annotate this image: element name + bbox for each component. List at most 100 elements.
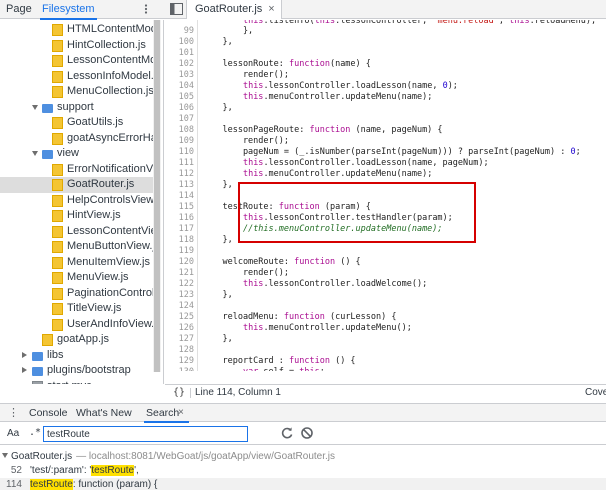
collapsed-arrow-icon[interactable] [22, 367, 27, 373]
tree-file[interactable]: UserAndInfoView.js [0, 317, 154, 333]
code-editor[interactable]: this.listenTo(this.lessonController, 'me… [165, 20, 606, 371]
tree-file[interactable]: HintCollection.js [0, 38, 154, 54]
tree-file[interactable]: LessonContentView.js [0, 224, 154, 240]
tree-file[interactable]: HelpControlsView.js [0, 193, 154, 209]
tree-file[interactable]: goatAsyncErrorHandler. [0, 131, 154, 147]
line-number[interactable]: 129 [165, 356, 194, 367]
code-text[interactable]: }, [202, 26, 253, 37]
regex-toggle[interactable]: .* [29, 427, 41, 438]
editor-tab-goatrouter[interactable]: GoatRouter.js × [186, 0, 282, 19]
line-number[interactable]: 118 [165, 235, 194, 246]
code-text[interactable]: this.menuController.updateMenu(); [202, 323, 412, 334]
scrollbar-thumb[interactable] [154, 20, 160, 372]
tree-folder[interactable]: libs [0, 348, 154, 364]
tree-file[interactable]: MenuView.js [0, 270, 154, 286]
tree-file[interactable]: TitleView.js [0, 301, 154, 317]
tab-whats-new[interactable]: What's New [76, 404, 132, 422]
tree-file[interactable]: start.mvc [0, 379, 154, 384]
code-text[interactable]: lessonRoute: function(name) { [202, 59, 370, 70]
tab-console[interactable]: Console [29, 404, 68, 422]
line-number[interactable]: 112 [165, 169, 194, 180]
line-number[interactable]: 123 [165, 290, 194, 301]
line-number[interactable]: 99 [165, 26, 194, 37]
tree-file[interactable]: PaginationControlView. [0, 286, 154, 302]
line-number[interactable]: 121 [165, 268, 194, 279]
search-match-row[interactable]: 52 'test/:param': 'testRoute', [0, 464, 606, 478]
line-number[interactable]: 125 [165, 312, 194, 323]
line-number[interactable]: 119 [165, 246, 194, 257]
line-number[interactable]: 124 [165, 301, 194, 312]
line-number[interactable]: 103 [165, 70, 194, 81]
tree-folder[interactable]: support [0, 100, 154, 116]
tree-file[interactable]: HintView.js [0, 208, 154, 224]
code-text[interactable]: welcomeRoute: function () { [202, 257, 360, 268]
tree-file[interactable]: ErrorNotificationView.js [0, 162, 154, 178]
line-number[interactable]: 104 [165, 81, 194, 92]
refresh-icon[interactable] [280, 426, 294, 440]
code-text[interactable]: }, [202, 37, 232, 48]
toggle-navigator-icon[interactable] [170, 3, 183, 15]
tree-folder[interactable]: view [0, 146, 154, 162]
code-text[interactable]: }, [202, 235, 232, 246]
line-number[interactable]: 114 [165, 191, 194, 202]
line-number[interactable]: 120 [165, 257, 194, 268]
close-tab-icon[interactable]: × [268, 3, 274, 15]
line-number[interactable]: 105 [165, 92, 194, 103]
code-text[interactable]: }, [202, 290, 232, 301]
code-text[interactable]: //this.menuController.updateMenu(name); [202, 224, 443, 235]
tree-file[interactable]: MenuItemView.js [0, 255, 154, 271]
line-number[interactable]: 101 [165, 48, 194, 59]
code-text[interactable]: this.menuController.updateMenu(name); [202, 169, 432, 180]
line-number[interactable]: 102 [165, 59, 194, 70]
pretty-print-icon[interactable]: {} [173, 385, 185, 401]
line-number[interactable]: 106 [165, 103, 194, 114]
line-number[interactable]: 107 [165, 114, 194, 125]
line-number[interactable]: 128 [165, 345, 194, 356]
line-number[interactable]: 113 [165, 180, 194, 191]
code-text[interactable]: testRoute: function (param) { [202, 202, 370, 213]
more-tabs-icon[interactable] [140, 3, 152, 15]
code-text[interactable]: reloadMenu: function (curLesson) { [202, 312, 396, 323]
tree-file[interactable]: MenuCollection.js [0, 84, 154, 100]
navigator-scrollbar[interactable] [153, 20, 161, 372]
tree-file[interactable]: LessonContentModel.js [0, 53, 154, 69]
search-match-row[interactable]: 114 testRoute: function (param) { [0, 478, 606, 490]
code-text[interactable]: this.lessonController.loadLesson(name, p… [202, 158, 489, 169]
code-text[interactable]: var self = this; [202, 367, 325, 371]
result-file-header[interactable]: GoatRouter.js — localhost:8081/WebGoat/js… [0, 450, 335, 464]
line-number[interactable]: 115 [165, 202, 194, 213]
tab-filesystem[interactable]: Filesystem [40, 0, 97, 20]
tab-page[interactable]: Page [6, 0, 32, 19]
tree-file[interactable]: MenuButtonView.js [0, 239, 154, 255]
code-text[interactable]: this.lessonController.testHandler(param)… [202, 213, 453, 224]
search-input[interactable] [43, 426, 248, 442]
match-case-toggle[interactable]: Aa [7, 428, 19, 439]
tree-file[interactable]: LessonInfoModel.js [0, 69, 154, 85]
line-number[interactable]: 122 [165, 279, 194, 290]
code-text[interactable]: reportCard : function () { [202, 356, 355, 367]
line-number[interactable]: 108 [165, 125, 194, 136]
line-number[interactable]: 130 [165, 367, 194, 371]
tree-file[interactable]: GoatUtils.js [0, 115, 154, 131]
tab-search[interactable]: Search [143, 404, 190, 423]
line-number[interactable]: 117 [165, 224, 194, 235]
collapsed-arrow-icon[interactable] [22, 351, 27, 358]
line-number[interactable]: 100 [165, 37, 194, 48]
code-text[interactable]: render(); [202, 136, 289, 147]
tree-file[interactable]: goatApp.js [0, 332, 154, 348]
line-number[interactable]: 109 [165, 136, 194, 147]
tree-file[interactable]: HTMLContentModel.js [0, 22, 154, 38]
code-text[interactable]: this.menuController.updateMenu(name); [202, 92, 432, 103]
code-text[interactable]: render(); [202, 268, 289, 279]
expanded-arrow-icon[interactable] [32, 151, 38, 156]
code-text[interactable]: }, [202, 180, 232, 191]
line-number[interactable]: 111 [165, 158, 194, 169]
code-text[interactable]: this.lessonController.loadLesson(name, 0… [202, 81, 458, 92]
code-text[interactable]: pageNum = (_.isNumber(parseInt(pageNum))… [202, 147, 581, 158]
drawer-menu-icon[interactable]: ⋮ [8, 406, 19, 419]
tree-folder[interactable]: plugins/bootstrap [0, 363, 154, 379]
code-text[interactable]: this.lessonController.loadWelcome(); [202, 279, 427, 290]
code-text[interactable]: render(); [202, 70, 289, 81]
code-text[interactable]: }, [202, 334, 232, 345]
tree-file[interactable]: GoatRouter.js [0, 177, 154, 193]
